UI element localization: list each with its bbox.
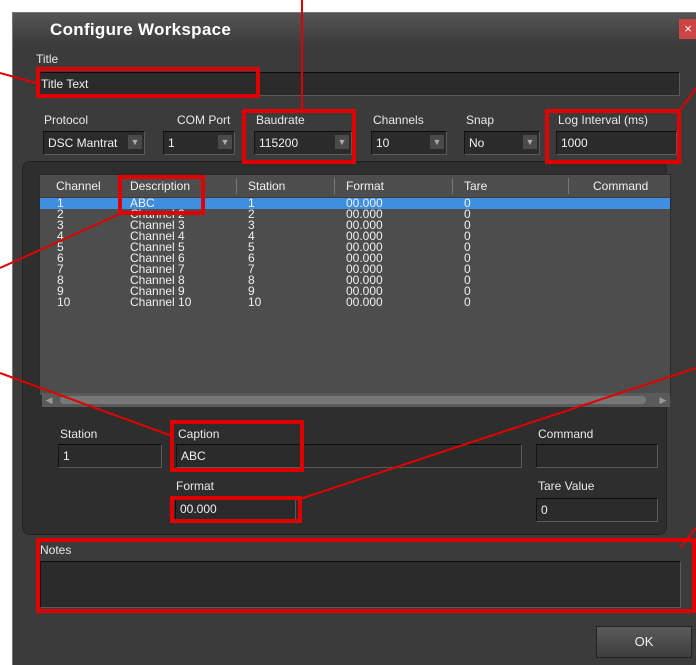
callout-line bbox=[680, 87, 696, 110]
callout-line bbox=[299, 367, 696, 500]
callout-line bbox=[0, 372, 173, 437]
callout-line bbox=[680, 527, 696, 548]
callout-lines bbox=[0, 0, 696, 548]
callout-line bbox=[0, 72, 37, 84]
callout-line bbox=[0, 212, 123, 269]
